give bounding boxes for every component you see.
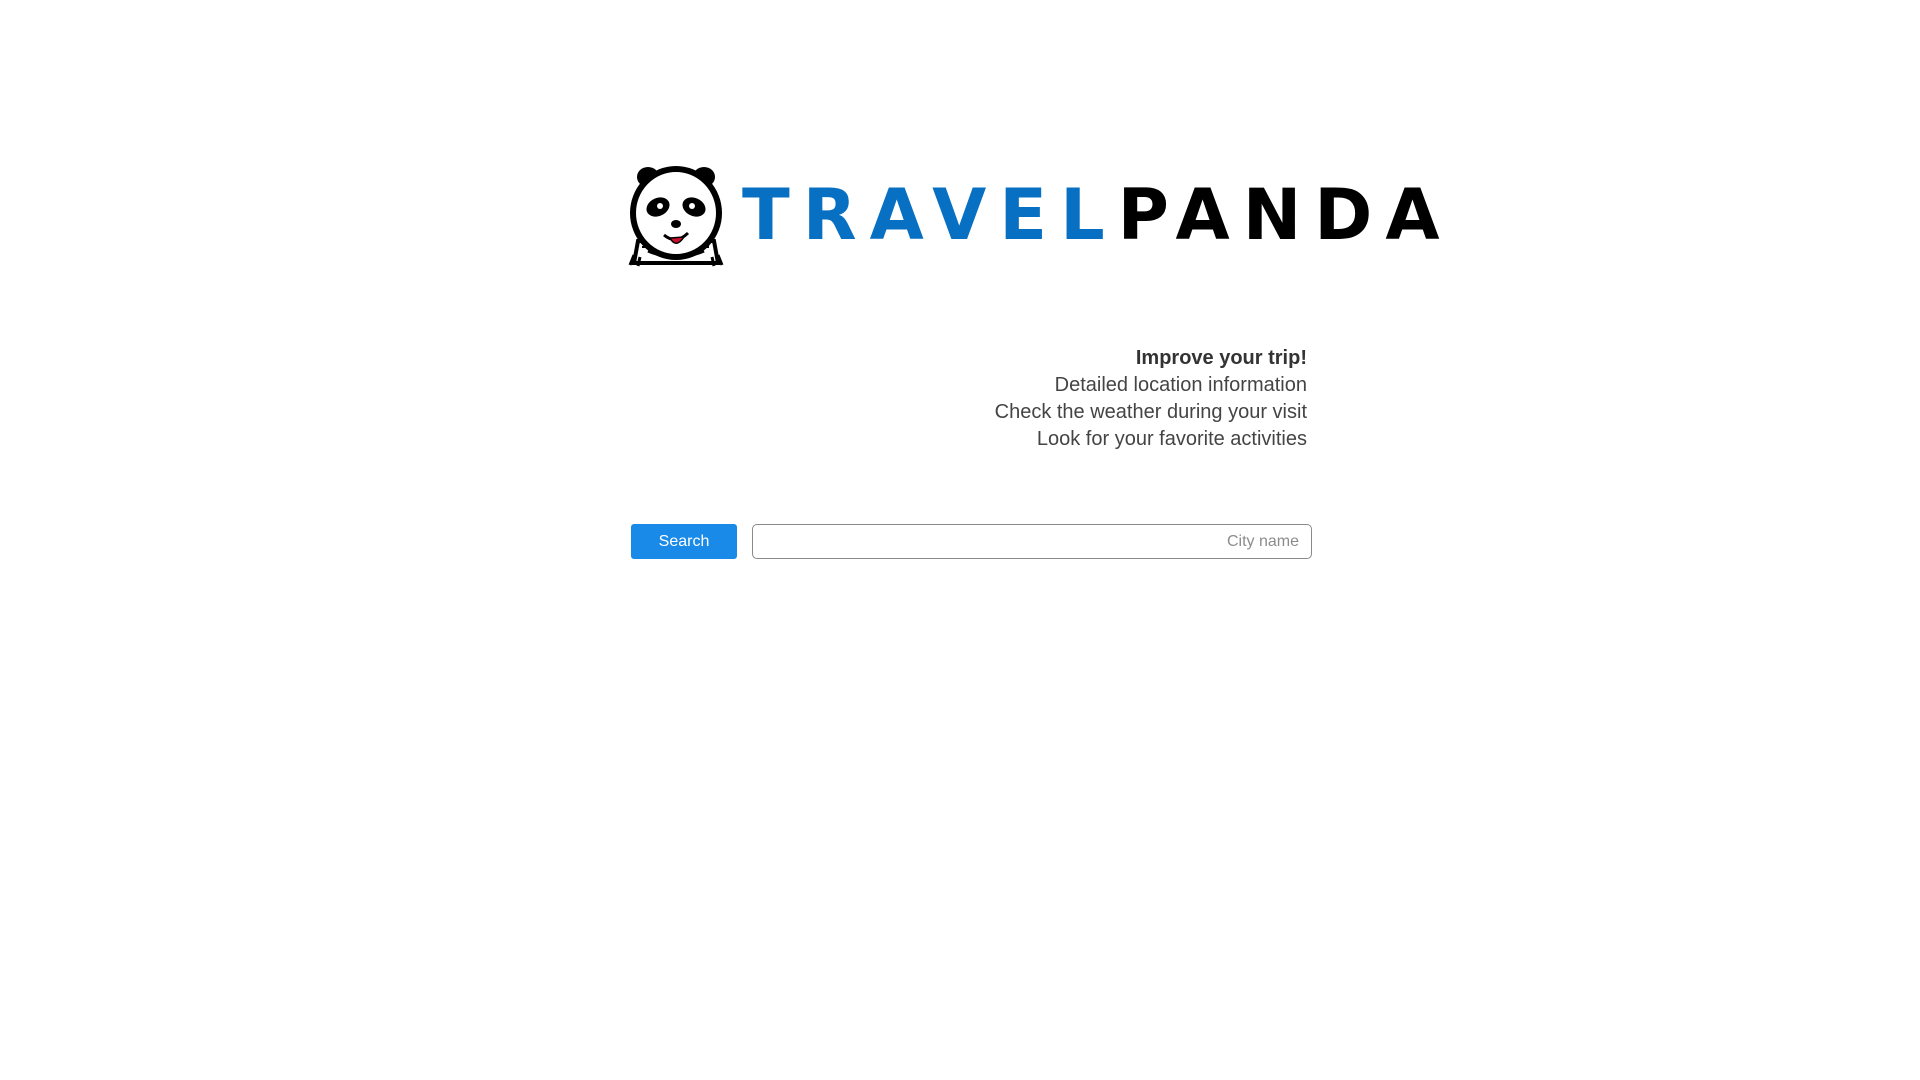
features-headline: Improve your trip! <box>1135 347 1307 369</box>
city-name-input[interactable] <box>752 524 1312 559</box>
feature-item: Check the weather during your visit <box>994 401 1307 423</box>
logo-text-travel: TRAVEL <box>742 174 1118 256</box>
search-bar: Search <box>631 524 1313 560</box>
search-button[interactable]: Search <box>631 524 737 559</box>
panda-icon <box>628 166 724 267</box>
feature-item: Look for your favorite activities <box>1036 428 1307 450</box>
travelpanda-logo: TRAVEL PANDA <box>628 163 1440 267</box>
feature-list: Improve your trip! Detailed location inf… <box>995 345 1307 453</box>
logo-wordmark: TRAVEL PANDA <box>742 180 1453 250</box>
feature-item: Detailed location information <box>1054 374 1307 396</box>
logo-text-panda: PANDA <box>1117 174 1453 256</box>
landing-page: TRAVEL PANDA Improve your trip! Detailed… <box>0 0 1920 1080</box>
